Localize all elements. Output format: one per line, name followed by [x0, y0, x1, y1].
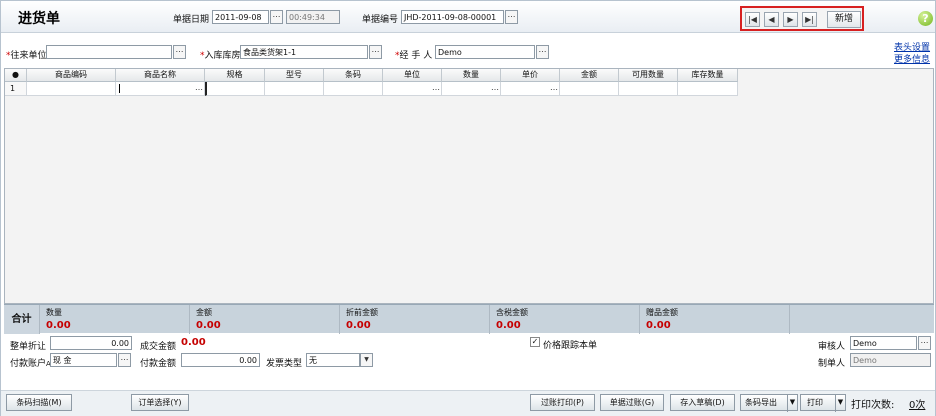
header-spec: 规格 [205, 69, 265, 82]
record-navigation: |◀ ◀ ▶ ▶| 新增 [740, 6, 864, 31]
new-button[interactable]: 新增 [827, 11, 861, 28]
warehouse-field[interactable]: 食品类货架1-1 [240, 45, 368, 59]
print-count-label: 打印次数: [851, 400, 895, 411]
quantity-picker-button[interactable]: … [491, 83, 499, 92]
post-button[interactable]: 单据过账(G) [600, 394, 664, 411]
unit-picker-button[interactable]: … [432, 83, 440, 92]
total-quantity: 数量 0.00 [40, 305, 190, 334]
time-field[interactable]: 00:49:34 [286, 10, 340, 24]
text-cursor [119, 84, 120, 93]
more-info-link[interactable]: 更多信息 [894, 52, 930, 65]
header-unit: 单位 [383, 69, 442, 82]
date-field[interactable]: 2011-09-08 [212, 10, 269, 24]
table-cell-product-code[interactable] [27, 82, 116, 96]
print-count-value: 0次 [909, 400, 926, 411]
header-barcode: 条码 [324, 69, 383, 82]
header-available-quantity: 可用数量 [619, 69, 678, 82]
order-number-button[interactable]: … [505, 10, 518, 24]
post-print-button[interactable]: 过账打印(P) [530, 394, 595, 411]
table-cell-spec[interactable] [205, 82, 265, 96]
chevron-down-icon[interactable]: ▼ [360, 353, 373, 367]
reviewer-field[interactable]: Demo [850, 336, 917, 350]
payment-amount-field[interactable]: 0.00 [181, 353, 260, 367]
deal-amount-label: 成交金额 [140, 342, 177, 352]
header-quantity: 数量 [442, 69, 501, 82]
deal-amount-value: 0.00 [181, 337, 206, 348]
invoice-type-select[interactable]: 无 [306, 353, 360, 367]
handler-picker-button[interactable]: … [536, 45, 549, 59]
unit-price-picker-button[interactable]: … [550, 83, 558, 92]
table-cell-unit-price[interactable]: … [501, 82, 560, 96]
discount-label: 整单折让 [10, 342, 47, 352]
row-number: 1 [5, 82, 27, 96]
header-product-code: 商品编码 [27, 69, 116, 82]
supplier-picker-button[interactable]: … [173, 45, 186, 59]
payment-amount-label: 付款金额 [140, 359, 177, 369]
product-table: ● 商品编码 商品名称 规格 型号 条码 单位 数量 单价 金额 可用数量 库存… [4, 68, 934, 304]
help-icon[interactable]: ? [918, 11, 933, 26]
top-toolbar: 进货单 单据日期 2011-09-08 … 00:49:34 单据编号 JHD-… [1, 1, 935, 33]
header-unit-price: 单价 [501, 69, 560, 82]
total-tax-included: 含税金额 0.00 [490, 305, 640, 334]
number-label: 单据编号 [362, 15, 399, 25]
table-cell-amount[interactable] [560, 82, 619, 96]
header-product-name: 商品名称 [116, 69, 205, 82]
supplier-label: *往来单位 [6, 51, 47, 61]
reviewer-label: 审核人 [818, 342, 846, 352]
purchase-order-page: 进货单 单据日期 2011-09-08 … 00:49:34 单据编号 JHD-… [0, 0, 936, 416]
price-track-label: 价格跟踪本单 [543, 341, 598, 351]
discount-field[interactable]: 0.00 [50, 336, 132, 350]
date-picker-button[interactable]: … [270, 10, 283, 24]
warehouse-label: *入库库房 [200, 51, 241, 61]
save-draft-button[interactable]: 存入草稿(D) [670, 394, 735, 411]
header-stock-quantity: 库存数量 [678, 69, 738, 82]
table-cell-barcode[interactable] [324, 82, 383, 96]
date-label: 单据日期 [173, 15, 210, 25]
handler-field[interactable]: Demo [435, 45, 535, 59]
table-cell-quantity[interactable]: … [442, 82, 501, 96]
table-cell-available-quantity[interactable] [619, 82, 678, 96]
barcode-scan-button[interactable]: 条码扫描(M) [6, 394, 72, 411]
payment-account-picker-button[interactable]: … [118, 353, 131, 367]
barcode-export-button[interactable]: 条码导出 ▼ [740, 394, 798, 412]
price-track-checkbox[interactable]: ✓ [530, 337, 540, 347]
page-title: 进货单 [18, 11, 60, 27]
bottom-action-bar: 条码扫描(M) 订单选择(Y) 过账打印(P) 单据过账(G) 存入草稿(D) … [1, 390, 935, 416]
print-button[interactable]: 打印 ▼ [800, 394, 846, 412]
table-cell-unit[interactable]: … [383, 82, 442, 96]
invoice-type-label: 发票类型 [266, 359, 303, 369]
next-record-button[interactable]: ▶ [783, 12, 798, 27]
table-cell-product-name[interactable]: … [116, 82, 205, 96]
total-gift-amount: 赠品金额 0.00 [640, 305, 790, 334]
chevron-down-icon[interactable]: ▼ [787, 395, 797, 412]
order-number-field[interactable]: JHD-2011-09-08-00001 [401, 10, 504, 24]
total-amount: 金额 0.00 [190, 305, 340, 334]
last-record-button[interactable]: ▶| [802, 12, 817, 27]
previous-record-button[interactable]: ◀ [764, 12, 779, 27]
creator-label: 制单人 [818, 359, 846, 369]
first-record-button[interactable]: |◀ [745, 12, 760, 27]
payment-account-label: 付款账户A [10, 359, 51, 369]
supplier-field[interactable] [46, 45, 172, 59]
warehouse-picker-button[interactable]: … [369, 45, 382, 59]
header-amount: 金额 [560, 69, 619, 82]
order-select-button[interactable]: 订单选择(Y) [131, 394, 189, 411]
handler-label: *经 手 人 [395, 51, 433, 61]
reviewer-picker-button[interactable]: … [918, 336, 931, 350]
table-cell-stock-quantity[interactable] [678, 82, 738, 96]
creator-field[interactable]: Demo [850, 353, 931, 367]
row-header-corner: ● [5, 69, 27, 82]
total-pre-discount: 折前金额 0.00 [340, 305, 490, 334]
product-name-picker-button[interactable]: … [195, 83, 203, 92]
payment-account-field[interactable]: 现 金 [50, 353, 117, 367]
header-model: 型号 [265, 69, 324, 82]
chevron-down-icon[interactable]: ▼ [835, 395, 845, 412]
totals-bar: 合计 数量 0.00 金额 0.00 折前金额 0.00 含税金额 0.00 赠品金额 0… [4, 304, 934, 334]
totals-label: 合计 [4, 305, 40, 334]
table-cell-model[interactable] [265, 82, 324, 96]
